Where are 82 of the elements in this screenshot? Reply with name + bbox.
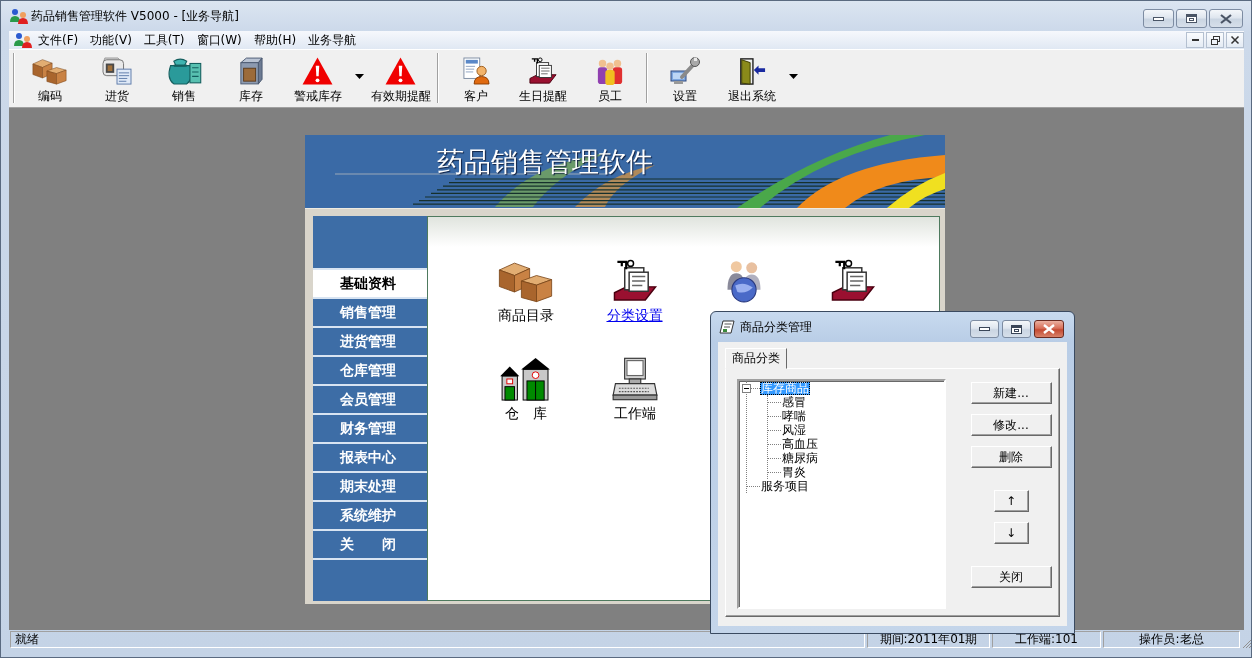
status-panel: 操作员:老总	[1103, 631, 1240, 648]
window-title: 药品销售管理软件 V5000 - [业务导航]	[31, 7, 239, 25]
dialog-button[interactable]: 新建...	[970, 382, 1052, 404]
close-button[interactable]	[1034, 320, 1064, 338]
shortcut-button[interactable]: 分类设置	[606, 259, 663, 323]
dialog-button[interactable]: 关闭	[970, 566, 1052, 588]
shortcut-button[interactable]: 工作端	[611, 357, 658, 421]
maximize-icon	[1186, 14, 1197, 23]
resize-grip-icon	[1242, 639, 1251, 649]
toolbar-button[interactable]: 进货	[83, 51, 150, 103]
shortcut-button[interactable]	[830, 259, 875, 303]
dialog-title: 商品分类管理	[740, 318, 812, 336]
warning-icon	[302, 57, 333, 85]
printer-icon	[528, 57, 557, 85]
minimize-button[interactable]	[1143, 9, 1174, 28]
minimize-icon	[1191, 39, 1199, 41]
computer-icon	[611, 357, 658, 401]
tab[interactable]: 商品分类	[725, 348, 787, 369]
tree-item[interactable]: 高血压	[781, 437, 819, 451]
minimize-icon	[979, 327, 990, 331]
people-icon	[10, 8, 28, 24]
people-icon	[14, 32, 32, 48]
menu-item[interactable]: 业务导航	[302, 32, 363, 48]
status-panel: 就绪	[10, 631, 865, 648]
printer-icon	[612, 259, 657, 303]
door-icon	[737, 57, 766, 85]
printer-icon	[101, 57, 132, 85]
money-bag-icon	[165, 57, 202, 85]
shortcut-button[interactable]: 仓 库	[498, 357, 553, 421]
caret-icon[interactable]	[354, 74, 364, 79]
close-icon	[1043, 324, 1055, 334]
minimize-icon	[1153, 16, 1164, 21]
maximize-icon	[1011, 324, 1022, 334]
tree-item[interactable]: 感冒	[781, 395, 807, 409]
sidebar-item[interactable]: 基础资料	[313, 268, 427, 297]
boxes-icon	[32, 57, 67, 85]
toolbar-button[interactable]: 编码	[16, 51, 83, 103]
crate-icon	[238, 57, 263, 85]
toolbar-button[interactable]: 销售	[150, 51, 217, 103]
form-icon	[719, 320, 735, 334]
toolbar-button[interactable]: 设置	[651, 51, 718, 103]
menu-item[interactable]: 窗口(W)	[190, 32, 248, 48]
toolbar-button[interactable]: 库存	[217, 51, 284, 103]
toolbar-button[interactable]: 警戒库存	[284, 51, 351, 103]
tree-item[interactable]: 糖尿病	[781, 451, 819, 465]
warning-icon	[385, 57, 416, 85]
menu-item[interactable]: 文件(F)	[32, 32, 85, 48]
toolbar-button[interactable]: 生日提醒	[509, 51, 576, 103]
dialog-button[interactable]: 删除	[970, 446, 1052, 468]
printer-icon	[830, 259, 875, 303]
tree-item[interactable]: 哮喘	[781, 409, 807, 423]
banner-title: 药品销售管理软件	[437, 146, 653, 178]
maximize-button[interactable]	[1002, 320, 1031, 338]
collapse-icon[interactable]	[742, 383, 751, 393]
close-icon	[1231, 36, 1239, 44]
restore-button[interactable]	[1206, 32, 1224, 48]
close-button[interactable]	[1209, 9, 1243, 28]
wrench-icon	[669, 57, 700, 85]
toolbar-button[interactable]: 客户	[442, 51, 509, 103]
close-icon	[1220, 13, 1232, 24]
close-button[interactable]	[1226, 32, 1244, 48]
tree-item[interactable]: 风湿	[781, 423, 807, 437]
maximize-button[interactable]	[1176, 9, 1207, 28]
arrow-button[interactable]: ↓	[993, 522, 1029, 544]
dialog-button[interactable]: 修改...	[970, 414, 1052, 436]
minimize-button[interactable]	[970, 320, 999, 338]
menu-item[interactable]: 功能(V)	[84, 32, 138, 48]
boxes-icon	[498, 259, 553, 303]
minimize-button[interactable]	[1186, 32, 1204, 48]
toolbar-button[interactable]: 有效期提醒	[367, 51, 434, 103]
tree-item[interactable]: 胃炎	[781, 465, 807, 479]
shortcut-button[interactable]: 商品目录	[497, 259, 554, 323]
toolbar-button[interactable]: 员工	[576, 51, 643, 103]
toolbar-button[interactable]: 退出系统	[718, 51, 785, 103]
caret-icon[interactable]	[788, 74, 798, 79]
tree-item[interactable]: 服务项目	[760, 479, 810, 493]
menu-item[interactable]: 工具(T)	[137, 32, 191, 48]
menu-item[interactable]: 帮助(H)	[247, 32, 303, 48]
restore-icon	[1210, 35, 1220, 45]
arrow-button[interactable]: ↑	[993, 490, 1029, 512]
people-icon	[595, 57, 624, 85]
person-card-icon	[462, 57, 489, 85]
